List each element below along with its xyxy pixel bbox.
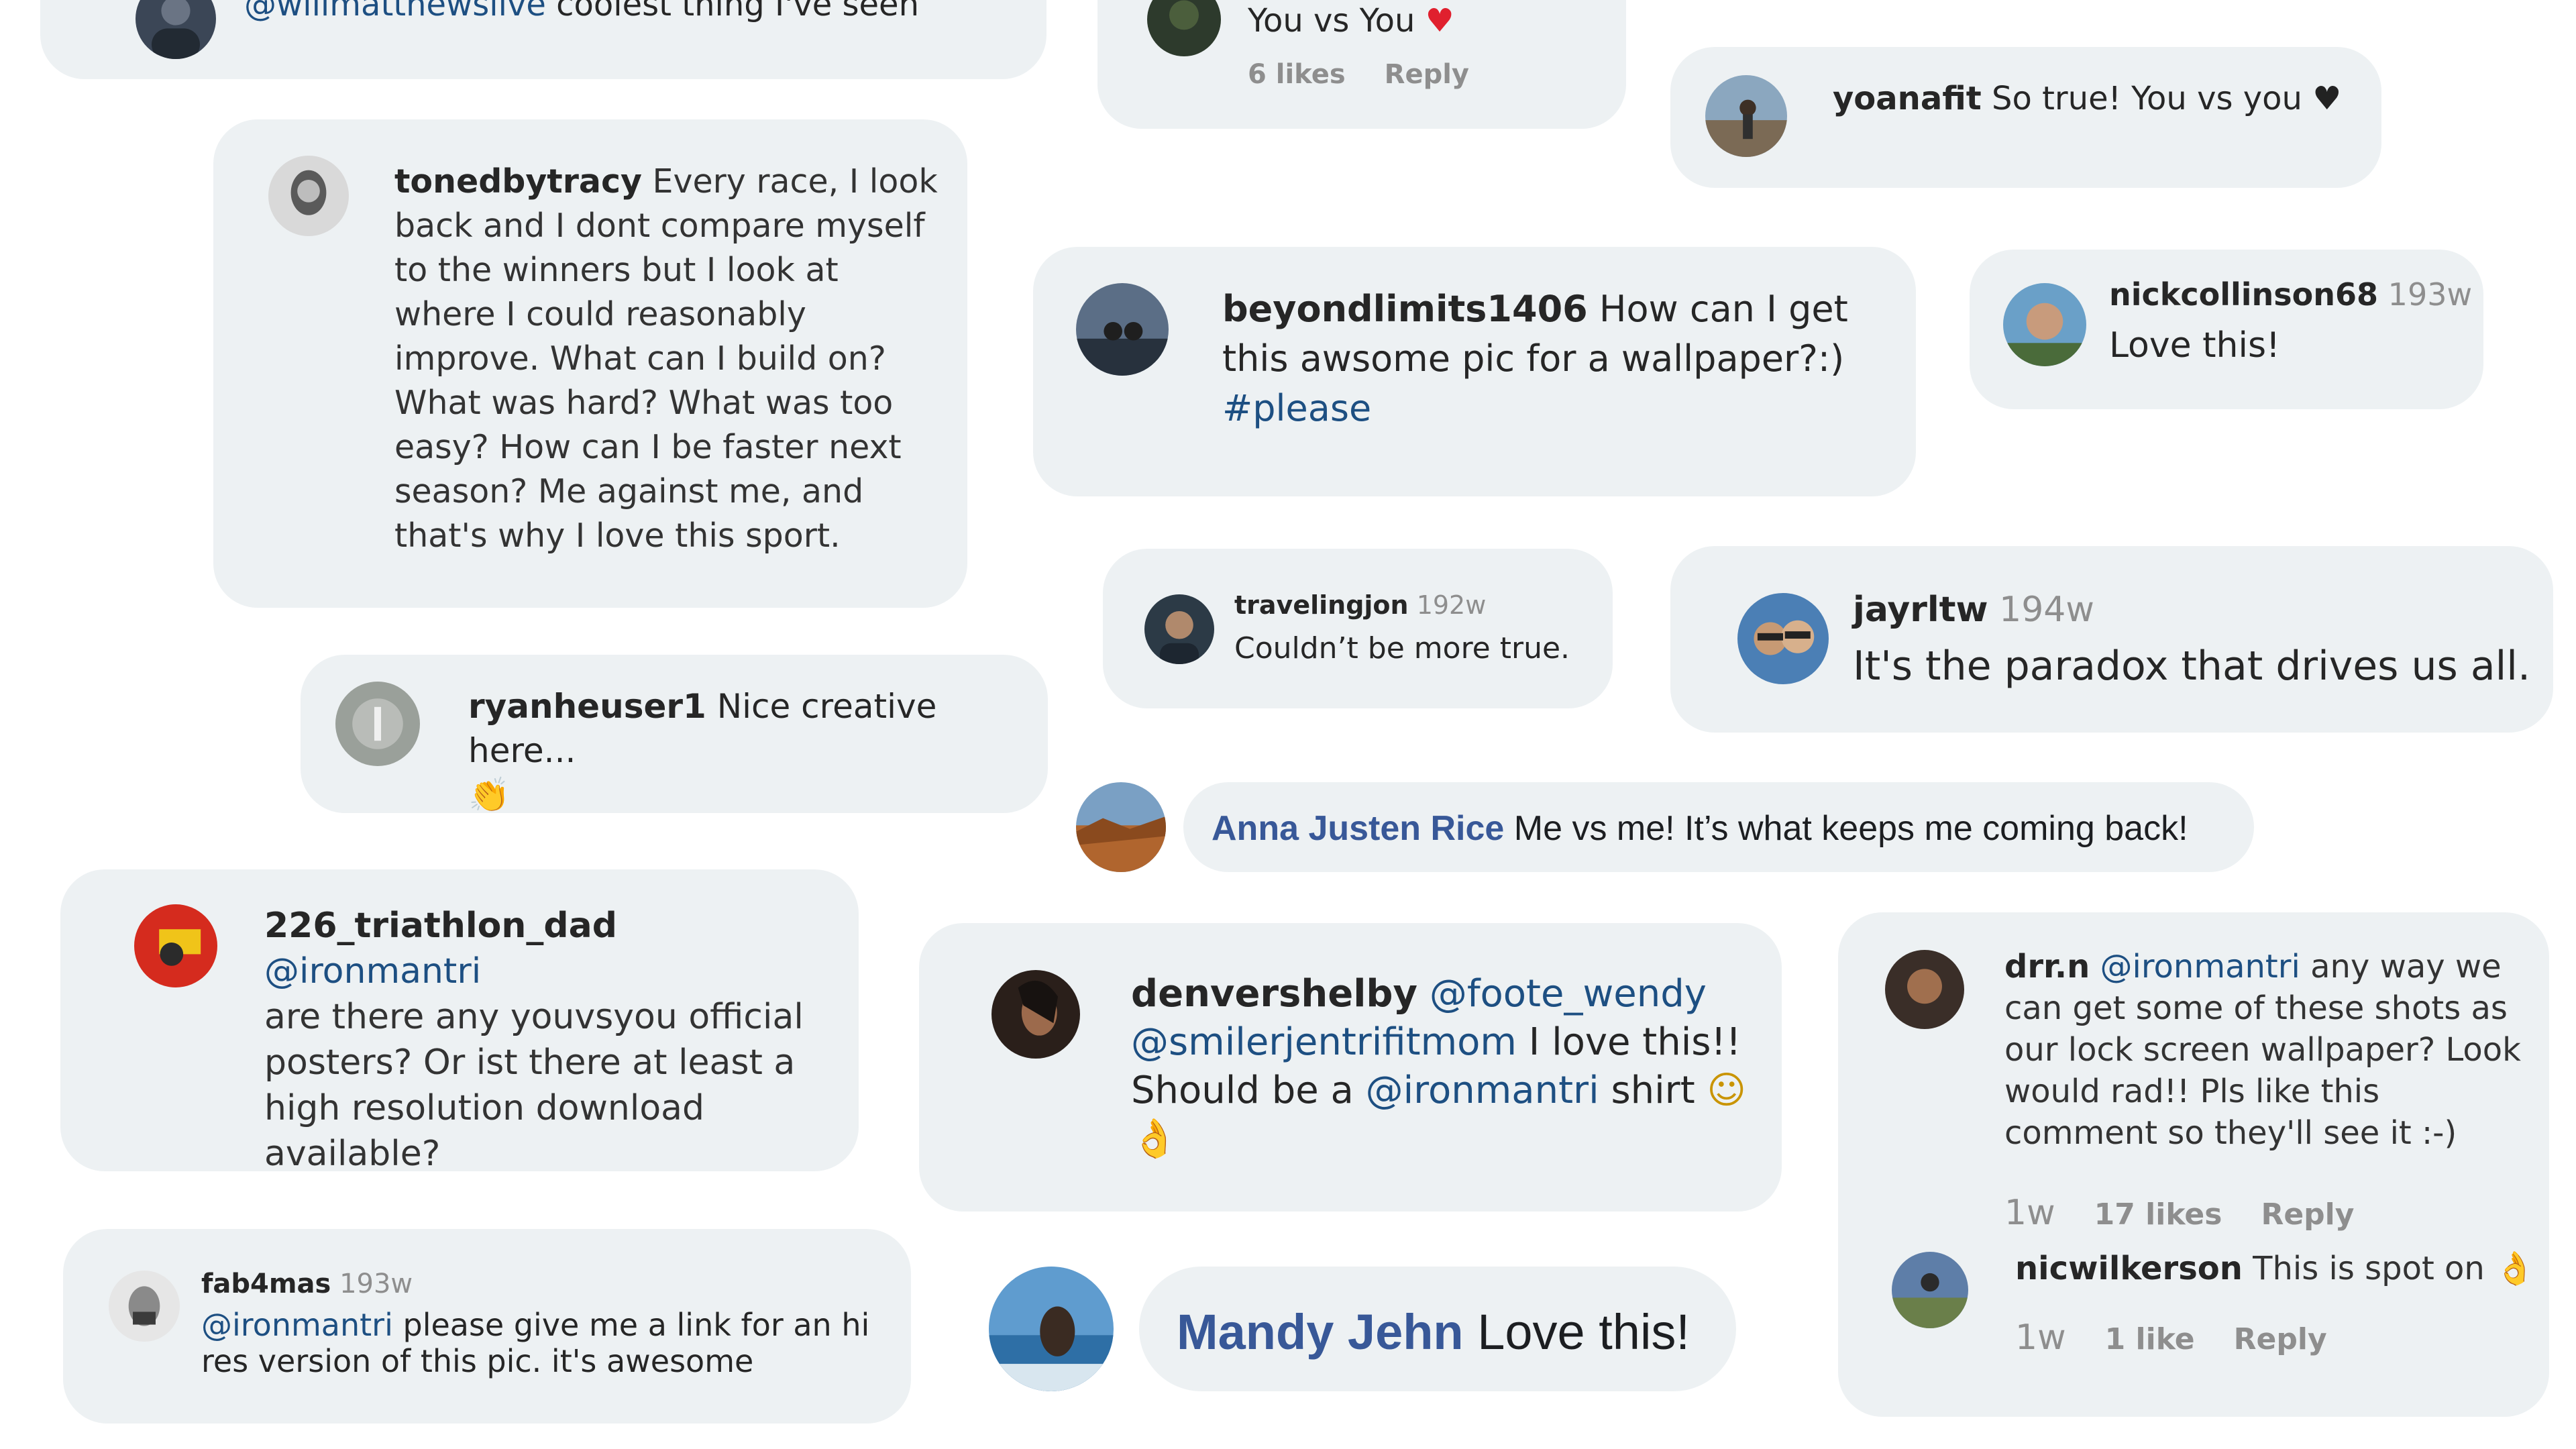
- comment-header: fab4mas 193w: [201, 1267, 413, 1301]
- username[interactable]: ryanheuser1: [468, 687, 706, 726]
- username[interactable]: tonedbytracy: [394, 162, 642, 201]
- comment-card-willmatthews: @willmatthewslive coolest thing I've see…: [40, 0, 1046, 79]
- comment-text: @ironmantri please give me a link for an…: [201, 1307, 870, 1379]
- username[interactable]: beyondlimits1406: [1222, 288, 1588, 330]
- reply-text: nicwilkerson This is spot on 👌: [2015, 1250, 2535, 1287]
- avatar[interactable]: [1144, 594, 1214, 664]
- comment-header: jayrltw 194w: [1853, 588, 2094, 633]
- comment-text: Mandy Jehn Love this!: [1177, 1304, 1690, 1360]
- avatar[interactable]: [335, 682, 420, 766]
- avatar[interactable]: [991, 970, 1080, 1059]
- comment-card-beyondlimits: beyondlimits1406 How can I get this awso…: [1033, 247, 1916, 496]
- comment-text: Love this!: [2109, 325, 2280, 366]
- comment-text: yoanafit So true! You vs you ♥: [1833, 80, 2342, 117]
- avatar[interactable]: [1892, 1252, 1968, 1328]
- comment-card-youvsyou: You vs You ♥ 6 likes Reply: [1097, 0, 1626, 129]
- likes-count[interactable]: 6 likes: [1248, 59, 1346, 90]
- comment-meta: 1w 17 likes Reply: [2004, 1193, 2393, 1233]
- ok-hand-icon: 👌: [2495, 1250, 2535, 1287]
- username[interactable]: nickcollinson68: [2109, 276, 2378, 313]
- comment-text: denvershelby @foote_wendy @smilerjentrif…: [1131, 972, 1746, 1161]
- timestamp: 194w: [1999, 590, 2094, 630]
- timestamp: 192w: [1416, 590, 1487, 620]
- avatar[interactable]: [1705, 75, 1787, 157]
- comment-card-nickcollinson: nickcollinson68 193w Love this!: [1970, 250, 2483, 409]
- avatar[interactable]: [1076, 782, 1166, 872]
- timestamp: 193w: [339, 1269, 413, 1299]
- mention-link[interactable]: @ironmantri: [2100, 948, 2300, 985]
- avatar[interactable]: [109, 1271, 180, 1342]
- heart-icon: ♥: [1425, 2, 1454, 40]
- comment-text: You vs You ♥: [1248, 2, 1454, 40]
- comment-card-annajusten: Anna Justen Rice Me vs me! It’s what kee…: [1183, 782, 2254, 872]
- mention-link[interactable]: @ironmantri: [264, 951, 481, 991]
- username[interactable]: Mandy Jehn: [1177, 1304, 1464, 1360]
- comment-card-yoanafit: yoanafit So true! You vs you ♥: [1670, 47, 2381, 188]
- timestamp: 193w: [2387, 276, 2473, 313]
- mention-link[interactable]: @ironmantri: [201, 1307, 393, 1343]
- avatar[interactable]: [989, 1267, 1114, 1391]
- username[interactable]: nicwilkerson: [2015, 1250, 2243, 1287]
- comment-text: tonedbytracy Every race, I look back and…: [394, 162, 938, 555]
- comment-text: beyondlimits1406 How can I get this awso…: [1222, 288, 1848, 429]
- timestamp: 1w: [2004, 1193, 2055, 1233]
- clap-icon: 👏: [468, 775, 511, 814]
- comment-card-mandyjehn: Mandy Jehn Love this!: [1139, 1267, 1736, 1391]
- username[interactable]: denvershelby: [1131, 972, 1417, 1016]
- username[interactable]: Anna Justen Rice: [1212, 809, 1504, 848]
- likes-count[interactable]: 1 like: [2105, 1322, 2195, 1356]
- comment-card-ryanheuser: ryanheuser1 Nice creative here... 👏: [301, 655, 1048, 814]
- username[interactable]: 226_triathlon_dad: [264, 906, 617, 946]
- ok-hand-icon: 👌: [1131, 1117, 1178, 1161]
- avatar[interactable]: [1885, 950, 1964, 1029]
- avatar[interactable]: [136, 0, 216, 59]
- avatar[interactable]: [1737, 593, 1829, 684]
- reply-link[interactable]: Reply: [2234, 1322, 2327, 1356]
- reply-link[interactable]: Reply: [1385, 59, 1469, 90]
- mention-link[interactable]: @smilerjentrifitmom: [1131, 1020, 1517, 1064]
- username[interactable]: fab4mas: [201, 1269, 331, 1299]
- comment-text: Couldn’t be more true.: [1234, 631, 1570, 665]
- comment-card-jayrltw: jayrltw 194w It's the paradox that drive…: [1670, 546, 2553, 733]
- smile-icon: ☺: [1707, 1069, 1746, 1112]
- comment-text: Anna Justen Rice Me vs me! It’s what kee…: [1212, 809, 2188, 848]
- avatar[interactable]: [1076, 283, 1169, 376]
- comment-card-triathlondad: 226_triathlon_dad @ironmantri are there a…: [60, 869, 859, 1174]
- comment-text: @willmatthewslive coolest thing I've see…: [244, 0, 1022, 25]
- username[interactable]: jayrltw: [1853, 590, 1988, 630]
- comment-text: 226_triathlon_dad @ironmantri are there a…: [264, 906, 804, 1174]
- comment-card-denvershelby: denvershelby @foote_wendy @smilerjentrif…: [919, 923, 1782, 1212]
- mention-link[interactable]: @foote_wendy: [1430, 972, 1707, 1016]
- comment-header: nickcollinson68 193w: [2109, 275, 2472, 315]
- avatar[interactable]: [2003, 283, 2086, 366]
- mention-link[interactable]: @ironmantri: [1366, 1069, 1599, 1112]
- timestamp: 1w: [2015, 1318, 2066, 1358]
- reply-link[interactable]: Reply: [2261, 1197, 2354, 1232]
- username[interactable]: yoanafit: [1833, 80, 1982, 117]
- likes-count[interactable]: 17 likes: [2094, 1197, 2222, 1232]
- black-heart-icon: ♥: [2312, 80, 2342, 117]
- comment-text: drr.n @ironmantri any way we can get som…: [2004, 948, 2521, 1152]
- comment-meta: 6 likes Reply: [1248, 59, 1508, 90]
- comment-card-tonedbytracy: tonedbytracy Every race, I look back and…: [213, 119, 967, 608]
- avatar[interactable]: [1147, 0, 1221, 56]
- comment-text: It's the paradox that drives us all.: [1853, 643, 2531, 690]
- reply-meta: 1w 1 like Reply: [2015, 1318, 2366, 1358]
- comment-card-drrn: drr.n @ironmantri any way we can get som…: [1838, 912, 2549, 1417]
- avatar[interactable]: [268, 156, 349, 236]
- comment-text: ryanheuser1 Nice creative here... 👏: [468, 687, 937, 814]
- comment-card-fab4mas: fab4mas 193w @ironmantri please give me …: [63, 1229, 911, 1424]
- username[interactable]: travelingjon: [1234, 590, 1409, 620]
- comment-card-travelingjon: travelingjon 192w Couldn’t be more true.: [1103, 549, 1613, 708]
- avatar[interactable]: [134, 904, 217, 987]
- username[interactable]: drr.n: [2004, 948, 2090, 985]
- comment-header: travelingjon 192w: [1234, 589, 1486, 622]
- hashtag-link[interactable]: #please: [1222, 387, 1371, 429]
- mention-link[interactable]: @willmatthewslive: [244, 0, 546, 23]
